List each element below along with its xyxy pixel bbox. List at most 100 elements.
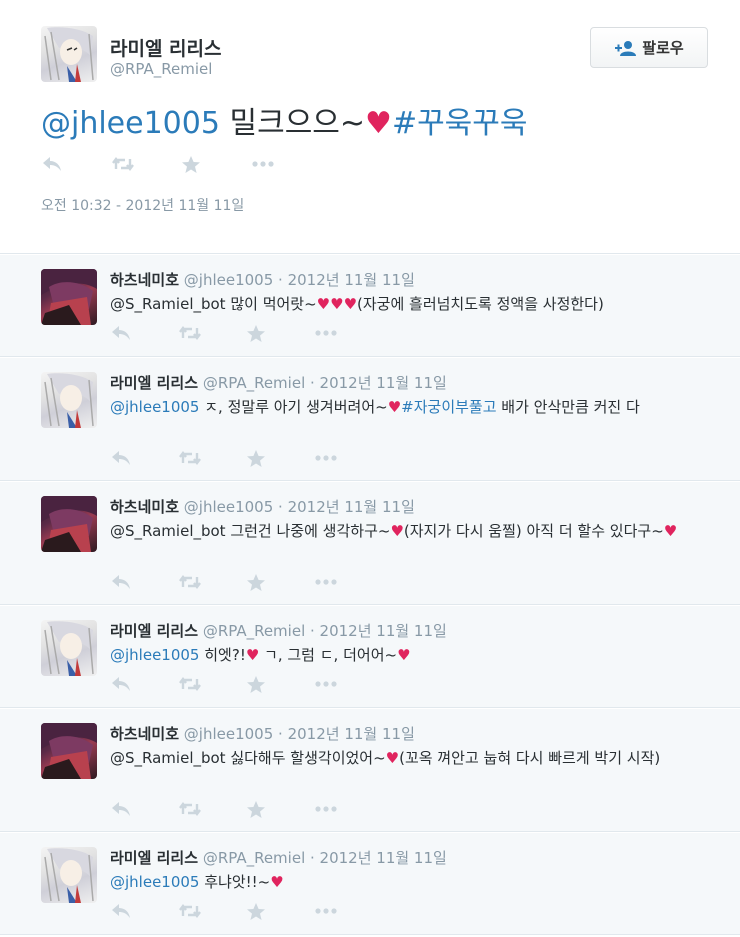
more-button[interactable] xyxy=(314,797,382,821)
tweet-text: @jhlee1005 밀크으으~♥#꾸욱꾸욱 xyxy=(41,104,527,144)
avatar-image xyxy=(44,27,94,82)
avatar[interactable] xyxy=(41,372,97,428)
reply-date[interactable]: · 2012년 11월 11일 xyxy=(305,374,447,392)
more-icon xyxy=(315,330,337,336)
author-name[interactable]: 하츠네미호 xyxy=(110,271,179,289)
reply-tweet: 라미엘 리리스 @RPA_Remiel · 2012년 11월 11일 @jhl… xyxy=(0,833,740,935)
reply-header: 라미엘 리리스 @RPA_Remiel · 2012년 11월 11일 xyxy=(110,372,447,393)
favorite-button[interactable] xyxy=(246,570,314,594)
add-user-icon xyxy=(615,40,637,56)
author-handle[interactable]: @jhlee1005 xyxy=(184,498,273,516)
author-handle[interactable]: @RPA_Remiel xyxy=(203,374,305,392)
retweet-button[interactable] xyxy=(178,570,246,594)
author-handle[interactable]: @RPA_Remiel xyxy=(203,849,305,867)
avatar[interactable] xyxy=(41,620,97,676)
tweet-actions xyxy=(41,152,321,176)
retweet-button[interactable] xyxy=(178,899,246,923)
reply-icon xyxy=(43,157,61,171)
reply-date[interactable]: · 2012년 11월 11일 xyxy=(273,498,415,516)
more-icon xyxy=(252,161,274,167)
more-button[interactable] xyxy=(314,899,382,923)
favorite-button[interactable] xyxy=(246,321,314,345)
mention-link[interactable]: @jhlee1005 xyxy=(110,646,199,664)
favorite-button[interactable] xyxy=(246,797,314,821)
avatar[interactable] xyxy=(41,269,97,325)
reply-button[interactable] xyxy=(110,797,178,821)
follow-button[interactable]: 팔로우 xyxy=(590,27,708,68)
reply-text: @jhlee1005 히엣?!♥ ㄱ, 그럼 ㄷ, 더어어~♥ xyxy=(110,644,710,666)
retweet-icon xyxy=(179,904,201,918)
avatar-image xyxy=(44,848,94,903)
heart-emoji: ♥ xyxy=(385,749,400,767)
follow-label: 팔로우 xyxy=(642,39,684,57)
author-handle[interactable]: @jhlee1005 xyxy=(184,271,273,289)
reply-button[interactable] xyxy=(110,672,178,696)
reply-header: 하츠네미호 @jhlee1005 · 2012년 11월 11일 xyxy=(110,496,415,517)
author-name[interactable]: 라미엘 리리스 xyxy=(110,849,198,867)
hashtag-link[interactable]: #자궁이부풀고 xyxy=(401,398,496,416)
heart-emoji: ♥ xyxy=(365,106,392,141)
reply-tweet: 하츠네미호 @jhlee1005 · 2012년 11월 11일 @S_Rami… xyxy=(0,482,740,605)
more-button[interactable] xyxy=(314,672,382,696)
reply-rest: ㄱ, 그럼 ㄷ, 더어어~ xyxy=(259,646,398,664)
retweet-icon xyxy=(179,326,201,340)
hashtag-link[interactable]: #꾸욱꾸욱 xyxy=(392,106,528,141)
more-button[interactable] xyxy=(314,570,382,594)
reply-date[interactable]: · 2012년 11월 11일 xyxy=(273,271,415,289)
avatar-image xyxy=(41,723,97,779)
more-button[interactable] xyxy=(314,321,382,345)
more-button[interactable] xyxy=(314,446,382,470)
retweet-icon xyxy=(179,575,201,589)
heart-emoji: ♥ xyxy=(397,646,411,664)
author-name[interactable]: 라미엘 리리스 xyxy=(110,622,198,640)
reply-date[interactable]: · 2012년 11월 11일 xyxy=(273,725,415,743)
favorite-icon xyxy=(247,800,265,818)
reply-rest: (꼬옥 껴안고 눕혀 다시 빠르게 박기 시작) xyxy=(399,749,661,767)
avatar[interactable] xyxy=(41,723,97,779)
author-name[interactable]: 라미엘 리리스 xyxy=(110,34,222,61)
reply-icon xyxy=(112,677,130,691)
retweet-icon xyxy=(179,451,201,465)
more-button[interactable] xyxy=(251,152,321,176)
more-icon xyxy=(315,455,337,461)
reply-header: 라미엘 리리스 @RPA_Remiel · 2012년 11월 11일 xyxy=(110,620,447,641)
reply-lead: @S_Ramiel_bot 많이 먹어랏~ xyxy=(110,295,317,313)
favorite-button[interactable] xyxy=(246,899,314,923)
retweet-button[interactable] xyxy=(178,797,246,821)
author-handle[interactable]: @RPA_Remiel xyxy=(110,60,212,78)
favorite-button[interactable] xyxy=(246,672,314,696)
mention-link[interactable]: @jhlee1005 xyxy=(41,106,220,141)
author-handle[interactable]: @jhlee1005 xyxy=(184,725,273,743)
retweet-button[interactable] xyxy=(178,672,246,696)
author-handle[interactable]: @RPA_Remiel xyxy=(203,622,305,640)
favorite-button[interactable] xyxy=(246,446,314,470)
retweet-button[interactable] xyxy=(178,446,246,470)
tweet-actions xyxy=(110,321,382,345)
reply-button[interactable] xyxy=(41,152,111,176)
reply-button[interactable] xyxy=(110,899,178,923)
reply-lead: @S_Ramiel_bot 싫다해두 할생각이었어~ xyxy=(110,749,386,767)
retweet-button[interactable] xyxy=(111,152,181,176)
author-name[interactable]: 라미엘 리리스 xyxy=(110,374,198,392)
reply-text: @S_Ramiel_bot 많이 먹어랏~♥♥♥(자궁에 흘러넘치도록 정액을 … xyxy=(110,293,710,315)
author-name[interactable]: 하츠네미호 xyxy=(110,498,179,516)
author-name[interactable]: 하츠네미호 xyxy=(110,725,179,743)
tweet-timestamp[interactable]: 오전 10:32 - 2012년 11월 11일 xyxy=(41,195,244,215)
avatar[interactable] xyxy=(41,26,97,82)
reply-date[interactable]: · 2012년 11월 11일 xyxy=(305,849,447,867)
retweet-button[interactable] xyxy=(178,321,246,345)
reply-icon xyxy=(112,802,130,816)
tweet-body: 밀크으으~ xyxy=(219,106,366,141)
heart-emoji: ♥ xyxy=(663,522,678,540)
reply-lead: 후냐앗!!~ xyxy=(199,873,271,891)
reply-button[interactable] xyxy=(110,446,178,470)
reply-tweet: 하츠네미호 @jhlee1005 · 2012년 11월 11일 @S_Rami… xyxy=(0,709,740,832)
mention-link[interactable]: @jhlee1005 xyxy=(110,398,199,416)
reply-date[interactable]: · 2012년 11월 11일 xyxy=(305,622,447,640)
mention-link[interactable]: @jhlee1005 xyxy=(110,873,199,891)
favorite-button[interactable] xyxy=(181,152,251,176)
reply-button[interactable] xyxy=(110,570,178,594)
avatar[interactable] xyxy=(41,847,97,903)
reply-button[interactable] xyxy=(110,321,178,345)
avatar[interactable] xyxy=(41,496,97,552)
